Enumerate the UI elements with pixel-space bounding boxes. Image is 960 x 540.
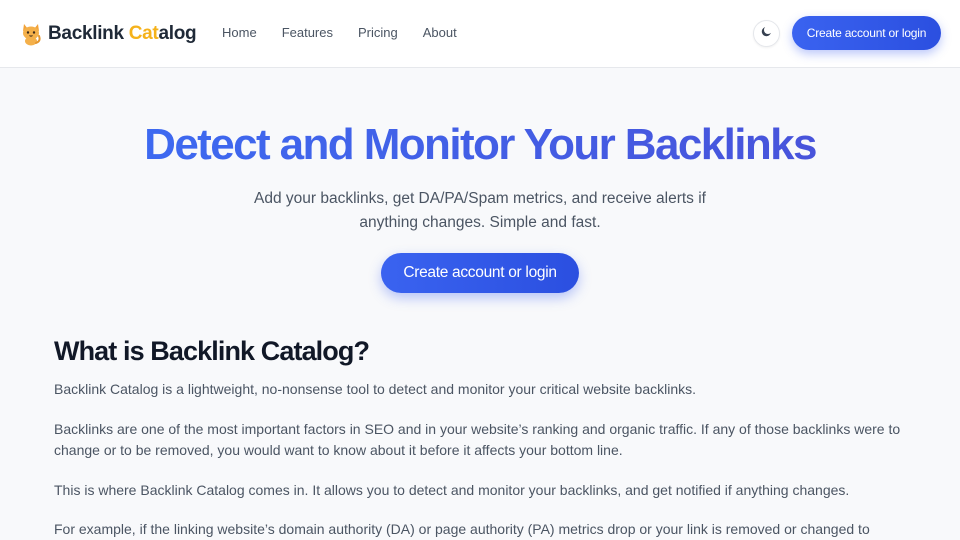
about-paragraph: Backlink Catalog is a lightweight, no-no… (54, 381, 696, 397)
theme-toggle-button[interactable] (753, 20, 780, 47)
cat-icon (20, 22, 42, 46)
hero-title: Detect and Monitor Your Backlinks (0, 118, 960, 172)
about-section-title: What is Backlink Catalog? (54, 336, 370, 366)
nav-link-home[interactable]: Home (222, 24, 257, 42)
nav-link-pricing[interactable]: Pricing (358, 24, 398, 42)
about-paragraph: Backlinks are one of the most important … (54, 421, 901, 458)
about-paragraph: This is where Backlink Catalog comes in.… (54, 482, 850, 498)
nav-link-about[interactable]: About (423, 24, 457, 42)
hero-subtitle: Add your backlinks, get DA/PA/Spam metri… (254, 190, 706, 231)
nav-link-features[interactable]: Features (282, 24, 333, 42)
header-create-account-button[interactable]: Create account or login (792, 16, 941, 50)
main-nav: Home Features Pricing About (222, 24, 482, 42)
brand-name: Backlink Catalog (48, 23, 197, 44)
hero-create-account-button[interactable]: Create account or login (381, 253, 579, 293)
moon-icon (760, 25, 773, 43)
about-paragraph: For example, if the linking website’s do… (54, 521, 870, 537)
brand-logo-link[interactable]: Backlink Catalog (20, 20, 197, 48)
top-navbar: Backlink Catalog Home Features Pricing A… (0, 0, 960, 68)
